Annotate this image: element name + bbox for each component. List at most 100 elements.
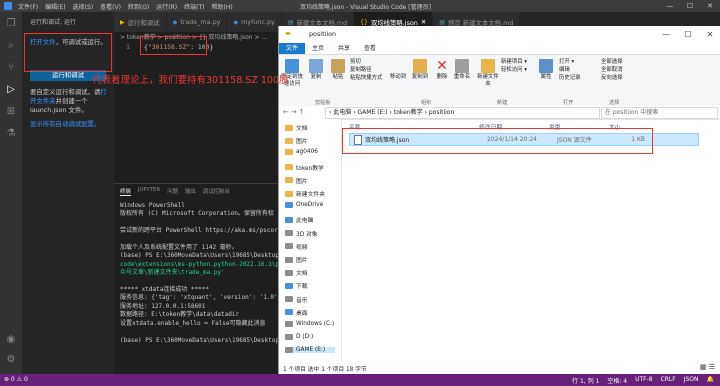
explorer-title: positiion [309, 30, 337, 38]
close-button[interactable]: ✕ [700, 0, 720, 12]
nav-item[interactable]: 文档 [285, 268, 308, 277]
indentation[interactable]: 空格: 4 [607, 376, 627, 385]
show-auto-debug-link[interactable]: 显示所有自动调试配置。 [30, 120, 112, 129]
terminal-output[interactable]: Windows PowerShell 版权所有 (C) Microsoft Cor… [120, 202, 280, 345]
open-button[interactable]: 打开 ▾ [559, 59, 574, 66]
pin-icon [285, 59, 299, 73]
json-file-icon: {} [360, 18, 368, 26]
extensions-icon[interactable]: ⊞ [5, 106, 17, 118]
source-control-icon[interactable]: ⑂ [5, 62, 17, 74]
select-none-button[interactable]: 全部取消 [601, 67, 623, 74]
menu-file[interactable]: 文件(F) [18, 2, 38, 11]
ribbon-tab-home[interactable]: 主页 [305, 43, 331, 54]
panel-tab-jupyter[interactable]: JUPYTER [138, 187, 160, 196]
panel-tab-terminal[interactable]: 终端 [120, 187, 131, 196]
menu-edit[interactable]: 编辑(E) [45, 2, 65, 11]
encoding[interactable]: UTF-8 [635, 376, 653, 385]
menu-help[interactable]: 帮助(H) [211, 2, 232, 11]
move-to-button[interactable]: 移动到 [387, 59, 409, 81]
preview-icon: ▤ [439, 18, 445, 26]
nav-item[interactable]: 文档 [285, 123, 308, 132]
nav-item[interactable]: ag0406 [285, 149, 318, 156]
menu-run[interactable]: 运行(R) [156, 2, 177, 11]
code-editor[interactable]: 1 {"301158.SZ": 100} [114, 41, 284, 183]
invert-selection-button[interactable]: 反向选择 [601, 75, 623, 82]
nav-item[interactable]: 视频 [285, 242, 308, 251]
annotation-box-code [140, 36, 207, 55]
testing-icon[interactable]: ⚗ [5, 128, 17, 140]
nav-item[interactable]: 下载 [285, 281, 308, 290]
ribbon-tabs: 文件 主页 共享 查看 [279, 43, 720, 54]
paste-button[interactable]: 粘贴 [327, 59, 349, 81]
explorer-icon[interactable]: ❐ [5, 18, 17, 30]
line-ending[interactable]: CRLF [661, 376, 676, 385]
nav-arrows[interactable]: ←→↑ [283, 108, 307, 116]
tab-trade-ma[interactable]: ◆ trade_ma.py [166, 12, 228, 32]
cut-button[interactable]: 剪切 [350, 59, 361, 66]
edit-button[interactable]: 编辑 [559, 67, 570, 74]
problems-count[interactable]: ⊗ 0 ⚠ 0 [4, 376, 28, 383]
rename-button[interactable]: 重命名 [451, 59, 473, 81]
nav-item[interactable]: D (D:) [285, 334, 313, 341]
navigation-pane: 文档 图片 ag0406 token教学 图片 新建文件夹 OneDrive 此电脑 3D 对象… [279, 119, 342, 361]
new-folder-button[interactable]: 新建文件夹 [477, 59, 499, 87]
address-bar[interactable]: › 此电脑 › GAME (E:) › token教学 › positiion [325, 107, 600, 119]
nav-item[interactable]: 此电脑 [285, 215, 313, 224]
close-tab-icon[interactable]: ✕ [421, 18, 426, 26]
view-toggle-icon[interactable]: ▦ ☰ [700, 363, 715, 371]
panel-tab-output[interactable]: 输出 [185, 187, 196, 196]
nav-item-label: 文档 [296, 126, 308, 132]
copy-button[interactable]: 复制 [305, 59, 327, 81]
nav-item[interactable]: 音乐 [285, 295, 308, 304]
tab-label: myfunc.py [241, 18, 275, 26]
tab-myfunc[interactable]: ◆ myfunc.py [227, 12, 282, 32]
delete-button[interactable]: ✕ 删除 [431, 59, 453, 81]
select-all-button[interactable]: 全部选择 [601, 59, 623, 66]
tab-run-debug[interactable]: ▶ 运行和调试 [114, 12, 167, 32]
ribbon-tab-view[interactable]: 查看 [357, 43, 383, 54]
search-box[interactable]: 在 positiion 中搜索 [601, 107, 718, 119]
cursor-position[interactable]: 行 1, 列 1 [572, 376, 599, 385]
menu-selection[interactable]: 选择(S) [73, 2, 94, 11]
maximize-button[interactable]: ☐ [680, 0, 700, 12]
account-icon[interactable]: ◉ [5, 334, 17, 346]
nav-item[interactable]: 图片 [285, 176, 308, 185]
ribbon-tab-file[interactable]: 文件 [279, 43, 306, 54]
settings-gear-icon[interactable]: ⚙ [5, 354, 17, 366]
menu-go[interactable]: 转到(G) [128, 2, 149, 11]
properties-button[interactable]: 属性 [535, 59, 557, 81]
nav-item[interactable]: 桌面 [285, 308, 308, 317]
nav-item[interactable]: OneDrive [285, 202, 323, 209]
nav-item-label: 图片 [296, 178, 308, 185]
paste-label: 粘贴 [332, 74, 344, 80]
nav-item[interactable]: 新建文件夹 [285, 189, 325, 198]
ribbon-tab-share[interactable]: 共享 [331, 43, 357, 54]
run-debug-icon[interactable]: ▷ [5, 84, 17, 96]
close-button[interactable]: ✕ [699, 26, 720, 43]
history-button[interactable]: 历史记录 [559, 75, 581, 82]
new-item-button[interactable]: 新建项目 ▾ [501, 59, 527, 66]
folder-icon [285, 296, 293, 303]
easy-access-button[interactable]: 轻松访问 ▾ [501, 67, 527, 74]
panel-tab-debug-console[interactable]: 调试控制台 [203, 187, 230, 196]
nav-item[interactable]: GAME (E:) [285, 347, 335, 354]
paste-shortcut-button[interactable]: 粘贴快捷方式 [350, 75, 382, 82]
nav-item[interactable]: token教学 [285, 163, 324, 172]
nav-item[interactable]: 图片 [285, 255, 308, 264]
copy-to-button[interactable]: 复制到 [409, 59, 431, 81]
nav-item[interactable]: Windows (C:) [285, 321, 334, 327]
maximize-button[interactable]: ☐ [677, 26, 699, 43]
nav-item[interactable]: 图片 [285, 136, 308, 145]
sidebar-title: 运行和调试: 运行 [30, 19, 76, 26]
minimize-button[interactable]: — [660, 0, 680, 12]
notifications-icon[interactable]: 🔔 [707, 376, 714, 385]
minimize-button[interactable]: — [655, 26, 677, 43]
nav-item[interactable]: 3D 对象 [285, 229, 318, 238]
search-icon[interactable]: ⌕ [5, 40, 17, 52]
copy-path-button[interactable]: 复制路径 [350, 67, 372, 74]
language-mode[interactable]: JSON [684, 376, 699, 385]
menu-terminal[interactable]: 终端(T) [184, 2, 204, 11]
menu-view[interactable]: 查看(V) [100, 2, 121, 11]
panel-tab-problems[interactable]: 问题 [167, 187, 178, 196]
